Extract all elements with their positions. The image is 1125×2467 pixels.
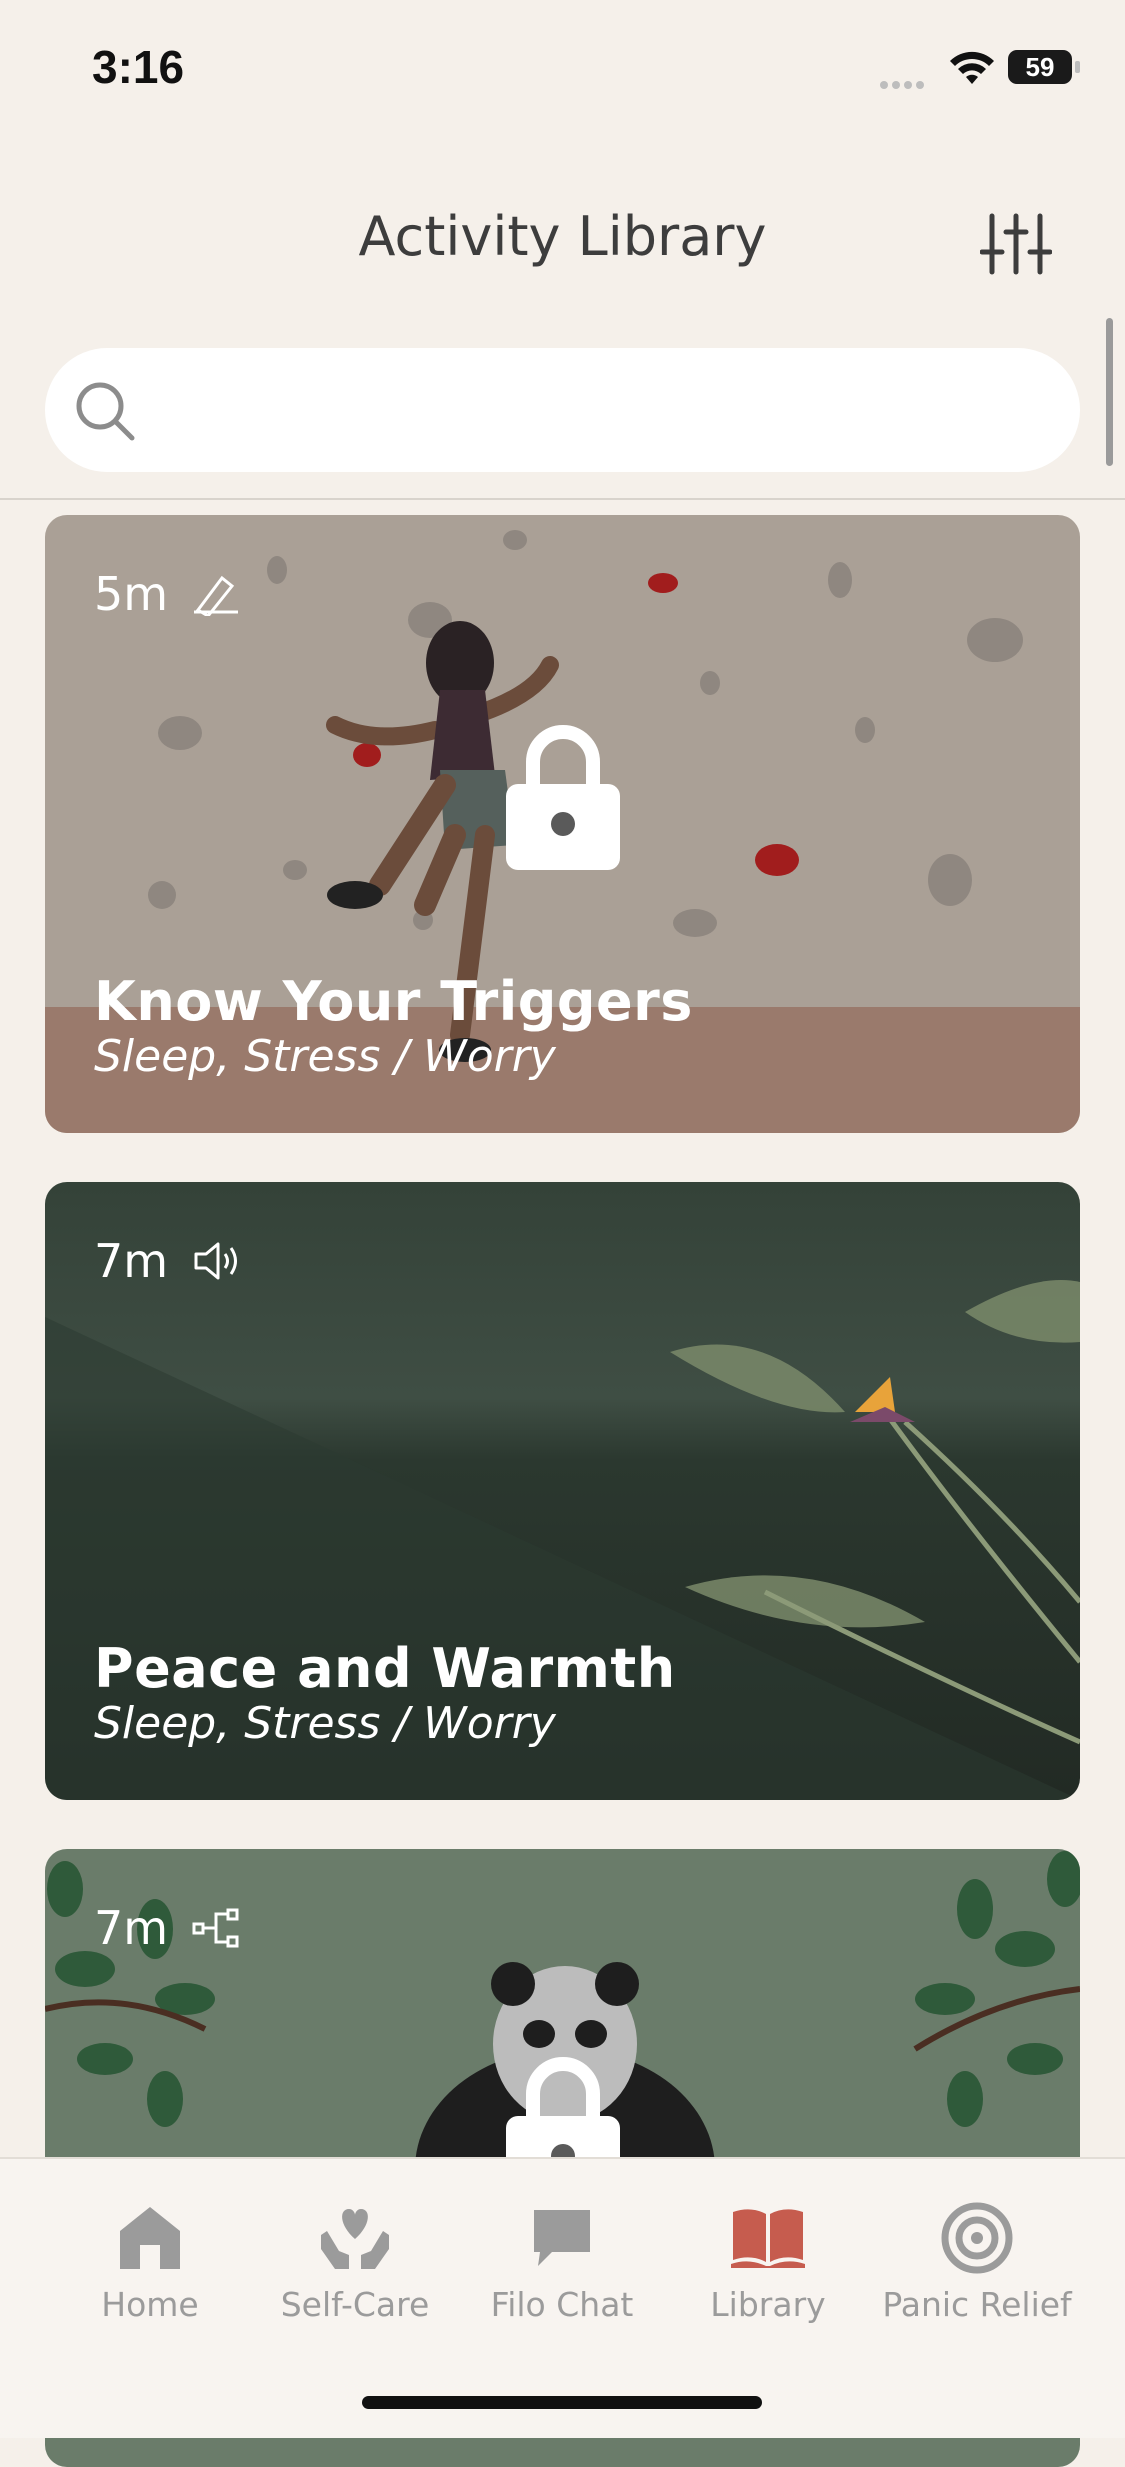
search-icon [76,382,135,441]
tab-library[interactable]: Library [663,2199,873,2324]
tab-filo-chat[interactable]: Filo Chat [457,2199,667,2324]
wifi-icon [950,51,994,84]
sliders-icon[interactable] [980,210,1052,278]
lock-icon [506,725,620,870]
speaker-icon [194,1242,238,1280]
search-input[interactable] [45,348,1080,472]
chat-bubble-icon [534,2210,590,2266]
tab-panic-relief[interactable]: Panic Relief [872,2199,1082,2324]
status-time: 3:16 [92,41,185,93]
card-duration: 7m [94,1234,169,1288]
tab-label: Self-Care [280,2285,430,2324]
tab-home[interactable]: Home [45,2199,255,2324]
pencil-icon [194,575,239,616]
home-indicator[interactable] [362,2396,762,2409]
home-icon [120,2207,180,2269]
card-duration: 7m [94,1901,169,1955]
card-meta: 7m [94,1901,242,1955]
battery-icon: 59 [1008,50,1072,84]
card-meta: 7m [94,1234,242,1288]
page-title: Activity Library [358,205,767,268]
tab-label: Filo Chat [490,2285,634,2324]
flowchart-icon [192,1908,239,1948]
tab-label: Home [101,2285,199,2324]
battery-cap [1075,61,1080,73]
tab-label: Library [710,2285,826,2324]
activity-card[interactable]: 5m Know Your Triggers Sleep, Stress / Wo… [45,515,1080,1133]
card-tags: Sleep, Stress / Worry [94,1031,556,1082]
card-tags: Sleep, Stress / Worry [94,1698,556,1749]
card-title: Peace and Warmth [94,1637,676,1700]
cellular-signal-icon [880,74,928,93]
scroll-indicator[interactable] [1106,318,1113,466]
status-bar: 3:16 59 [0,0,1125,140]
target-icon [941,2202,1013,2274]
card-title: Know Your Triggers [94,970,693,1033]
book-icon [731,2209,805,2268]
activity-card[interactable]: 7m Peace and Warmth Sleep, Stress / Worr… [45,1182,1080,1800]
card-duration: 5m [94,567,169,621]
header-divider [0,498,1125,500]
heart-hands-icon [321,2209,389,2269]
tab-label: Panic Relief [882,2285,1072,2324]
card-meta: 5m [94,567,242,621]
tab-self-care[interactable]: Self-Care [250,2199,460,2324]
